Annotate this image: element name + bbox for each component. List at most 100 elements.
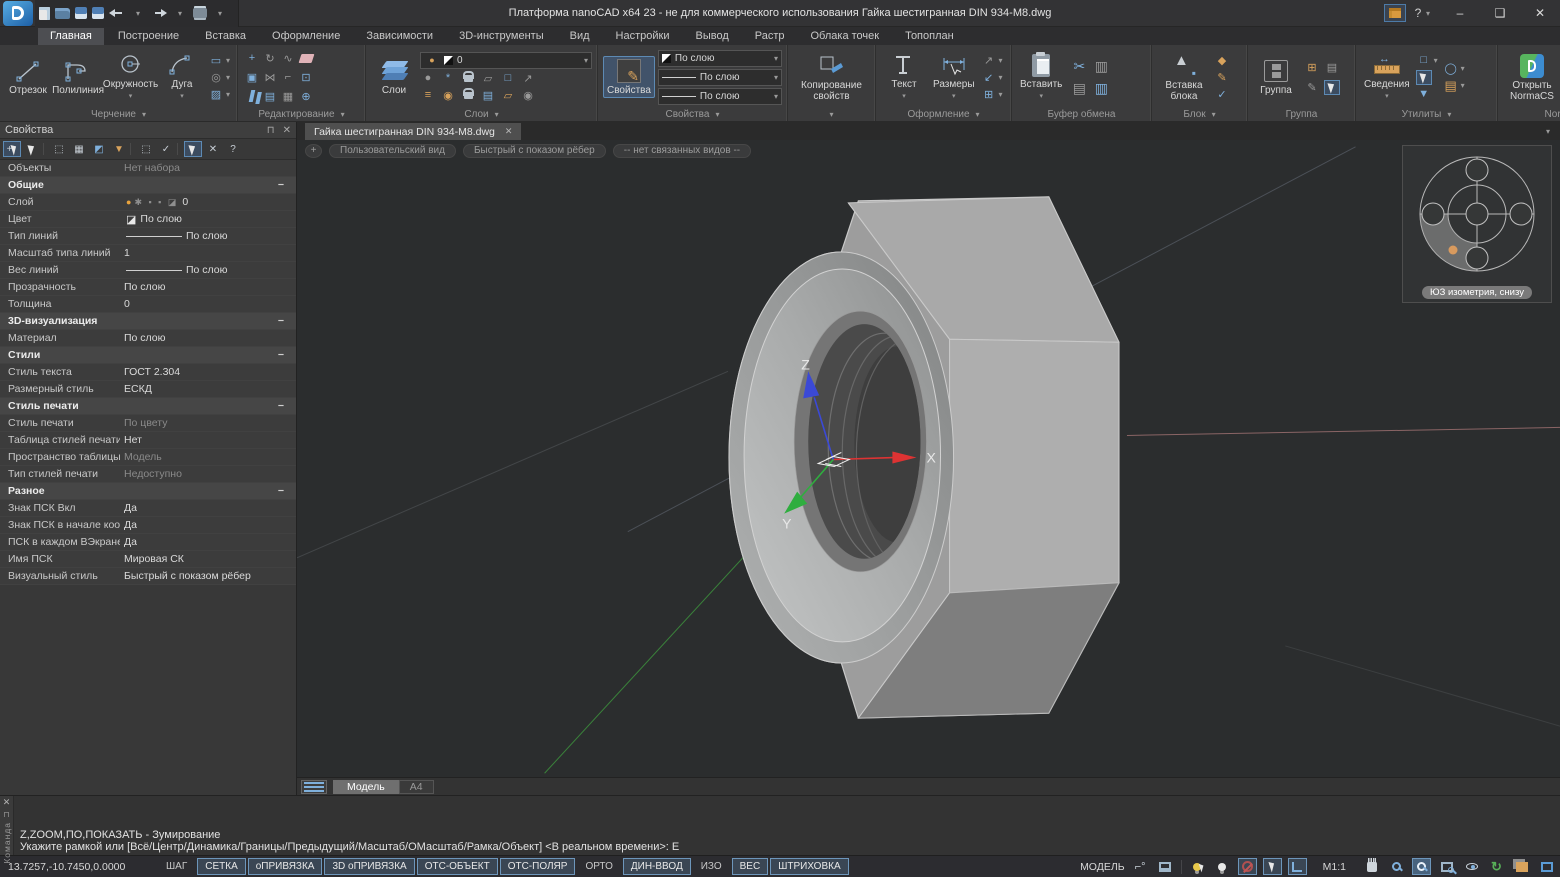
- tab-model[interactable]: Модель: [333, 780, 399, 794]
- ribbon-tab[interactable]: Вывод: [683, 28, 740, 45]
- interface-settings-icon[interactable]: [1384, 4, 1406, 22]
- property-row[interactable]: Визуальный стиль Быстрый с показом рёбер: [0, 568, 296, 585]
- layer-merge-icon[interactable]: [500, 88, 516, 103]
- help-button[interactable]: ?: [1410, 6, 1426, 20]
- document-tab-list-icon[interactable]: ▾: [1546, 127, 1550, 136]
- command-panel-pin-icon[interactable]: ⊓: [3, 810, 9, 819]
- status-toggle[interactable]: ОТС-ОБЪЕКТ: [417, 858, 498, 875]
- property-value[interactable]: 0: [178, 194, 296, 210]
- ribbon-tab[interactable]: Оформление: [260, 28, 352, 45]
- status-toggle[interactable]: оПРИВЯЗКА: [248, 858, 323, 875]
- layers-button[interactable]: Слои: [371, 57, 417, 97]
- invert-selection-icon[interactable]: ◩: [90, 141, 108, 157]
- tab-sheet-a4[interactable]: А4: [399, 780, 434, 794]
- hatch-icon[interactable]: [208, 87, 224, 102]
- line-button[interactable]: Отрезок: [5, 57, 51, 97]
- status-toggle[interactable]: ОРТО: [577, 858, 620, 875]
- layout-list-icon[interactable]: [301, 780, 327, 794]
- trim-icon[interactable]: [280, 51, 296, 66]
- quick-select-icon[interactable]: [1416, 87, 1432, 102]
- property-value[interactable]: По слою: [136, 211, 296, 227]
- section-label-properties[interactable]: Свойства: [598, 107, 787, 121]
- measure-dropdown-icon[interactable]: [1385, 90, 1389, 102]
- print-icon[interactable]: [193, 8, 207, 18]
- regen-icon[interactable]: ↻: [1487, 858, 1506, 875]
- dimensions-dropdown-icon[interactable]: [952, 90, 956, 102]
- cursor-select-icon[interactable]: [1416, 70, 1432, 85]
- redo-dropdown-icon[interactable]: [172, 6, 188, 20]
- multileader-icon[interactable]: [981, 70, 997, 85]
- section-label-annotate[interactable]: Оформление: [876, 107, 1011, 121]
- rectangle-icon[interactable]: [208, 53, 224, 68]
- status-toggle[interactable]: ШТРИХОВКА: [770, 858, 848, 875]
- zoom-icon[interactable]: [1387, 858, 1406, 875]
- selection-cycling-icon[interactable]: [1263, 858, 1282, 875]
- property-row[interactable]: Стиль печати По цвету: [0, 415, 296, 432]
- lineweight-select[interactable]: По слою▾: [658, 88, 782, 105]
- property-row[interactable]: Общие: [0, 177, 296, 194]
- property-row[interactable]: Знак ПСК в начале коор... Да: [0, 517, 296, 534]
- section-label-group[interactable]: Группа: [1248, 107, 1355, 121]
- zoom-extents-icon[interactable]: [1437, 858, 1456, 875]
- section-label-block[interactable]: Блок: [1152, 107, 1247, 121]
- leader-icon[interactable]: [981, 53, 997, 68]
- help-dropdown-icon[interactable]: ▾: [1426, 9, 1440, 18]
- undo-icon[interactable]: [109, 6, 125, 20]
- property-value[interactable]: Да: [120, 517, 296, 533]
- color-select[interactable]: По слою▾: [658, 50, 782, 67]
- select-similar-icon[interactable]: [1443, 61, 1459, 76]
- layer-freeze-icon[interactable]: [440, 71, 456, 86]
- group-edit-icon[interactable]: [1304, 80, 1320, 95]
- property-row[interactable]: Стиль печати: [0, 398, 296, 415]
- status-toggle[interactable]: ШАГ: [158, 858, 195, 875]
- dimensions-button[interactable]: Размеры: [930, 51, 978, 103]
- property-value[interactable]: Да: [120, 534, 296, 550]
- property-value[interactable]: ГОСТ 2.304: [120, 364, 296, 380]
- hatch-dropdown-icon[interactable]: ▾: [224, 87, 232, 102]
- offset-icon[interactable]: [298, 70, 314, 85]
- layer-walk-icon[interactable]: [420, 88, 436, 103]
- array-icon[interactable]: [280, 89, 296, 104]
- selection-highlight-icon[interactable]: [1188, 858, 1207, 875]
- layer-plot-icon[interactable]: [480, 71, 496, 86]
- layer-prev-icon[interactable]: [480, 88, 496, 103]
- section-label-editing[interactable]: Редактирование: [238, 107, 365, 121]
- collapse-section-icon[interactable]: [278, 315, 284, 327]
- property-row[interactable]: Прозрачность По слою: [0, 279, 296, 296]
- paste-as-block-icon[interactable]: [1093, 81, 1109, 96]
- property-value[interactable]: Быстрый с показом рёбер: [120, 568, 296, 584]
- pan-icon[interactable]: [1362, 858, 1381, 875]
- property-row[interactable]: Таблица стилей печати Нет: [0, 432, 296, 449]
- undo-dropdown-icon[interactable]: [130, 6, 146, 20]
- leader-dropdown-icon[interactable]: ▾: [997, 53, 1005, 68]
- circle-button[interactable]: Окружность: [105, 51, 156, 103]
- paste-dropdown-icon[interactable]: [1039, 90, 1043, 102]
- group-select-icon[interactable]: [1324, 80, 1340, 95]
- minimize-button[interactable]: –: [1440, 0, 1480, 27]
- property-row[interactable]: Имя ПСК Мировая СК: [0, 551, 296, 568]
- ribbon-tab[interactable]: Вставка: [193, 28, 258, 45]
- property-value[interactable]: [97, 313, 277, 329]
- property-value[interactable]: 1: [120, 245, 296, 261]
- collapse-section-icon[interactable]: [278, 349, 284, 361]
- property-value[interactable]: [45, 483, 278, 499]
- copy-clip-icon[interactable]: [1071, 81, 1087, 96]
- ellipse-dropdown-icon[interactable]: ▾: [224, 70, 232, 85]
- attributes-icon[interactable]: [1214, 87, 1230, 102]
- select-similar-dropdown-icon[interactable]: ▾: [1459, 61, 1467, 76]
- document-tab-close-icon[interactable]: ✕: [505, 126, 513, 137]
- orbit-icon[interactable]: [1462, 858, 1481, 875]
- ribbon-tab[interactable]: Облака точек: [799, 28, 892, 45]
- space-mode-label[interactable]: МОДЕЛЬ: [1080, 861, 1125, 873]
- explode-icon[interactable]: [298, 89, 314, 104]
- property-row[interactable]: Пространство таблицы с... Модель: [0, 449, 296, 466]
- property-value[interactable]: Мировая СК: [120, 551, 296, 567]
- rotate-icon[interactable]: [262, 51, 278, 66]
- property-row[interactable]: Слой 0: [0, 194, 296, 211]
- property-row[interactable]: Знак ПСК Вкл Да: [0, 500, 296, 517]
- select-window-icon[interactable]: [1416, 53, 1432, 68]
- quick-select-rect-icon[interactable]: ⬚: [137, 141, 155, 157]
- property-value[interactable]: Модель: [120, 449, 296, 465]
- section-label-clipboard[interactable]: Буфер обмена: [1012, 107, 1151, 121]
- property-row[interactable]: Стили: [0, 347, 296, 364]
